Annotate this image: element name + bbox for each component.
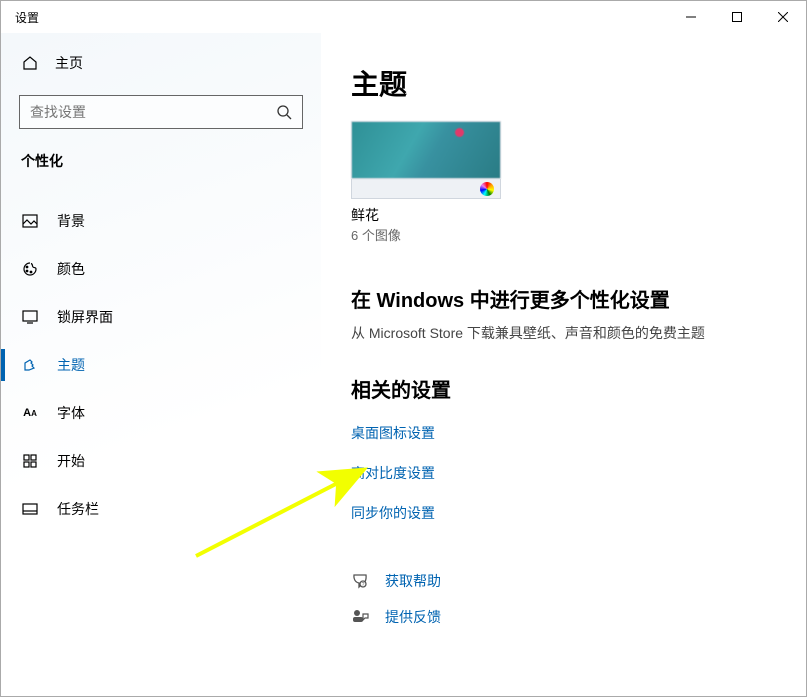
theme-preview-image (351, 121, 501, 179)
titlebar: 设置 (1, 1, 806, 33)
theme-accent-bar (351, 179, 501, 199)
maximize-button[interactable] (714, 1, 760, 33)
sidebar-item-colors[interactable]: 颜色 (1, 245, 321, 293)
close-button[interactable] (760, 1, 806, 33)
theme-name: 鲜花 (351, 205, 501, 225)
section-label: 个性化 (1, 149, 321, 187)
link-high-contrast-settings[interactable]: 高对比度设置 (351, 453, 776, 493)
lockscreen-icon (21, 309, 39, 325)
home-label: 主页 (55, 53, 83, 73)
sidebar-item-label: 字体 (57, 403, 85, 423)
theme-subtitle: 6 个图像 (351, 225, 501, 244)
related-settings-heading: 相关的设置 (351, 374, 776, 403)
get-help-link[interactable]: ? 获取帮助 (351, 563, 776, 599)
sidebar-item-fonts[interactable]: AA 字体 (1, 389, 321, 437)
sidebar-item-label: 主题 (57, 355, 85, 375)
sidebar: 主页 个性化 背景 (1, 33, 321, 696)
sidebar-item-label: 任务栏 (57, 499, 99, 519)
give-feedback-label: 提供反馈 (385, 607, 441, 627)
window-controls (668, 1, 806, 33)
give-feedback-link[interactable]: 提供反馈 (351, 599, 776, 635)
themes-icon (21, 357, 39, 373)
window-title: 设置 (15, 9, 39, 26)
home-icon (21, 55, 39, 71)
sidebar-item-label: 开始 (57, 451, 85, 471)
page-title: 主题 (351, 63, 776, 103)
feedback-icon (351, 608, 369, 626)
search-input[interactable] (19, 95, 303, 129)
theme-card[interactable]: 鲜花 6 个图像 (351, 121, 501, 244)
search-field[interactable] (30, 104, 276, 120)
footer-links: ? 获取帮助 提供反馈 (351, 563, 776, 635)
related-links: 桌面图标设置 高对比度设置 同步你的设置 (351, 413, 776, 533)
background-icon (21, 213, 39, 229)
minimize-button[interactable] (668, 1, 714, 33)
more-personalization-desc: 从 Microsoft Store 下载兼具壁纸、声音和颜色的免费主题 (351, 323, 776, 344)
link-sync-settings[interactable]: 同步你的设置 (351, 493, 776, 533)
sidebar-item-lockscreen[interactable]: 锁屏界面 (1, 293, 321, 341)
sidebar-item-background[interactable]: 背景 (1, 197, 321, 245)
sidebar-item-label: 背景 (57, 211, 85, 231)
link-desktop-icon-settings[interactable]: 桌面图标设置 (351, 413, 776, 453)
more-personalization-heading: 在 Windows 中进行更多个性化设置 (351, 284, 776, 313)
home-button[interactable]: 主页 (1, 43, 321, 83)
main-content: 主题 鲜花 6 个图像 在 Windows 中进行更多个性化设置 从 Micro… (321, 33, 806, 696)
colorwheel-icon (480, 182, 494, 196)
taskbar-icon (21, 501, 39, 517)
colors-icon (21, 261, 39, 277)
sidebar-item-start[interactable]: 开始 (1, 437, 321, 485)
sidebar-item-label: 锁屏界面 (57, 307, 113, 327)
sidebar-item-label: 颜色 (57, 259, 85, 279)
help-icon: ? (351, 572, 369, 590)
nav-list: 背景 颜色 锁屏界面 (1, 187, 321, 533)
search-icon (276, 104, 292, 120)
sidebar-item-taskbar[interactable]: 任务栏 (1, 485, 321, 533)
svg-text:?: ? (362, 582, 365, 588)
fonts-icon: AA (21, 407, 39, 419)
sidebar-item-themes[interactable]: 主题 (1, 341, 321, 389)
get-help-label: 获取帮助 (385, 571, 441, 591)
start-icon (21, 453, 39, 469)
